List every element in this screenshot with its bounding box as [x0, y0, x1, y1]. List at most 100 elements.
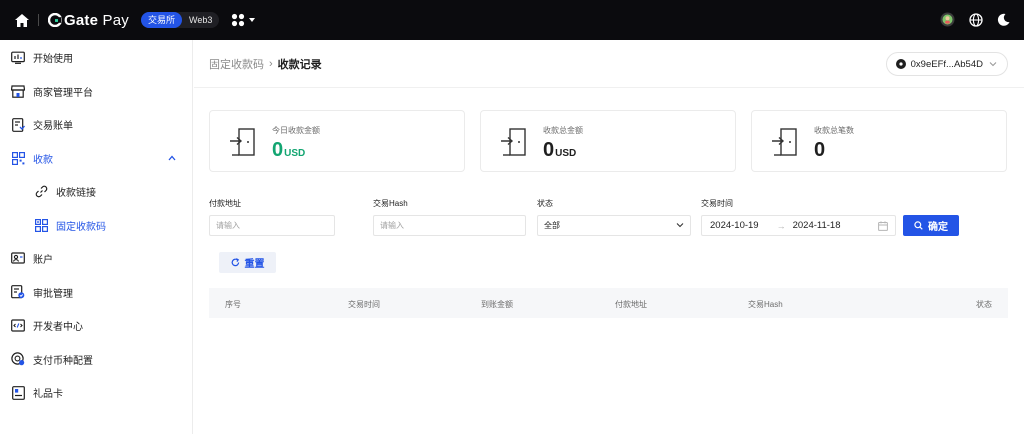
- home-icon[interactable]: [14, 12, 30, 28]
- hash-filter: 交易Hash 请输入: [373, 198, 526, 236]
- card-label: 今日收款金额: [272, 126, 320, 135]
- sidebar-item-label: 开始使用: [33, 54, 73, 66]
- sidebar-item-gift-card[interactable]: 礼品卡: [0, 376, 192, 410]
- caret-down-icon: [249, 18, 256, 22]
- chevron-down-icon: [989, 62, 997, 67]
- column-header-payer: 付款地址: [615, 300, 647, 309]
- summary-cards: 今日收款金额 0USD 收款总金额 0USD 收款总笔数 0: [209, 110, 1007, 172]
- date-range-picker[interactable]: 2024-10-19 → 2024-11-18: [701, 215, 896, 236]
- store-icon: [11, 84, 25, 98]
- approval-icon: [11, 285, 25, 299]
- getting-started-icon: [11, 51, 25, 65]
- total-amount-card: 收款总金额 0USD: [480, 110, 736, 172]
- code-icon: [11, 319, 25, 333]
- sidebar-item-transaction-bill[interactable]: 交易账单: [0, 108, 192, 142]
- sidebar-item-getting-started[interactable]: 开始使用: [0, 41, 192, 75]
- apps-menu[interactable]: [231, 13, 256, 27]
- sidebar-item-account[interactable]: 账户: [0, 242, 192, 276]
- sidebar-item-label: 收款: [33, 154, 53, 166]
- filter-label: 交易Hash: [373, 199, 408, 208]
- payer-address-input[interactable]: 请输入: [209, 215, 335, 236]
- sidebar-item-label: 固定收款码: [56, 221, 106, 233]
- filter-label: 付款地址: [209, 199, 241, 208]
- filter-label: 状态: [537, 199, 553, 208]
- column-header-time: 交易时间: [348, 300, 380, 309]
- table-header: 序号 交易时间 到账金额 付款地址 交易Hash 状态: [209, 288, 1008, 318]
- currency-icon: [11, 352, 25, 366]
- status-value: 全部: [544, 221, 560, 230]
- breadcrumb-separator: ›: [269, 57, 273, 70]
- page-title: 收款记录: [277, 58, 322, 71]
- refresh-icon: [231, 258, 239, 267]
- confirm-label: 确定: [928, 222, 948, 233]
- door-in-icon: [230, 128, 255, 156]
- sidebar-item-developer-center[interactable]: 开发者中心: [0, 309, 192, 343]
- sidebar-item-approval[interactable]: 审批管理: [0, 276, 192, 310]
- reset-button[interactable]: 重置: [219, 252, 276, 273]
- sidebar: 开始使用 商家管理平台 交易账单 收款 收款链接 固定收款码 账户 审批管理 开…: [0, 40, 193, 434]
- today-amount-card: 今日收款金额 0USD: [209, 110, 465, 172]
- sidebar-item-receive[interactable]: 收款: [0, 142, 192, 176]
- globe-icon[interactable]: [969, 12, 983, 27]
- card-label: 收款总笔数: [814, 126, 854, 135]
- sidebar-item-label: 交易账单: [33, 121, 73, 133]
- date-arrow: →: [776, 220, 786, 231]
- fixed-qr-icon: [35, 218, 48, 232]
- sidebar-item-payment-link[interactable]: 收款链接: [0, 175, 192, 209]
- column-header-status: 状态: [976, 300, 992, 309]
- time-filter: 交易时间 2024-10-19 → 2024-11-18: [701, 198, 896, 236]
- calendar-icon: [878, 221, 888, 231]
- sidebar-item-label: 开发者中心: [33, 322, 83, 334]
- link-icon: [35, 185, 48, 198]
- switch-web3[interactable]: Web3: [182, 12, 219, 28]
- gate-logo-icon: [48, 13, 62, 27]
- search-icon: [914, 221, 923, 230]
- door-in-icon: [772, 128, 797, 156]
- total-count-card: 收款总笔数 0: [751, 110, 1007, 172]
- filter-label: 交易时间: [701, 199, 733, 208]
- sidebar-item-label: 收款链接: [56, 188, 96, 200]
- sidebar-item-currency-config[interactable]: 支付币种配置: [0, 343, 192, 377]
- sidebar-item-merchant-platform[interactable]: 商家管理平台: [0, 75, 192, 109]
- sidebar-item-label: 支付币种配置: [33, 355, 93, 367]
- column-header-index: 序号: [225, 300, 241, 309]
- dark-mode-moon-icon[interactable]: [997, 13, 1010, 26]
- user-avatar-icon[interactable]: [940, 12, 955, 27]
- card-value: 0: [814, 139, 826, 161]
- apps-grid-icon: [232, 13, 245, 27]
- chevron-up-icon[interactable]: [168, 155, 176, 161]
- date-end[interactable]: 2024-11-18: [793, 220, 841, 231]
- qr-icon: [11, 151, 25, 165]
- gift-card-icon: [11, 385, 25, 400]
- sidebar-item-label: 审批管理: [33, 288, 73, 300]
- hash-input[interactable]: 请输入: [373, 215, 526, 236]
- wallet-icon: [895, 59, 906, 69]
- top-right-actions: [940, 12, 1010, 27]
- date-start[interactable]: 2024-10-19: [710, 220, 759, 231]
- main-content: 固定收款码 › 收款记录 0x9eEFf...Ab54D 今日收款金额 0USD: [194, 40, 1024, 434]
- switch-exchange[interactable]: 交易所: [140, 12, 182, 28]
- payer-address-filter: 付款地址 请输入: [209, 198, 335, 236]
- card-value: 0USD: [272, 139, 306, 161]
- sidebar-item-label: 商家管理平台: [33, 87, 93, 99]
- wallet-address-dropdown[interactable]: 0x9eEFf...Ab54D: [885, 52, 1008, 76]
- reset-label: 重置: [244, 259, 265, 270]
- card-label: 收款总金额: [543, 126, 583, 135]
- sidebar-item-label: 账户: [33, 255, 53, 267]
- divider: [38, 14, 39, 26]
- status-select[interactable]: 全部: [537, 215, 691, 236]
- exchange-web3-switch[interactable]: 交易所 Web3: [140, 12, 220, 28]
- card-value: 0USD: [543, 139, 577, 161]
- top-bar: Gate Pay 交易所 Web3: [0, 0, 1024, 40]
- bill-icon: [11, 117, 25, 132]
- door-in-icon: [501, 128, 526, 156]
- chevron-down-icon: [676, 223, 684, 228]
- column-header-amount: 到账金额: [481, 300, 513, 309]
- sidebar-item-label: 礼品卡: [33, 389, 63, 401]
- confirm-button[interactable]: 确定: [903, 215, 959, 236]
- gate-pay-logo[interactable]: Gate Pay: [48, 12, 129, 29]
- sidebar-item-fixed-qr[interactable]: 固定收款码: [0, 209, 192, 243]
- breadcrumb-fixed-qr[interactable]: 固定收款码: [209, 56, 264, 72]
- account-icon: [11, 252, 25, 266]
- column-header-hash: 交易Hash: [748, 300, 783, 309]
